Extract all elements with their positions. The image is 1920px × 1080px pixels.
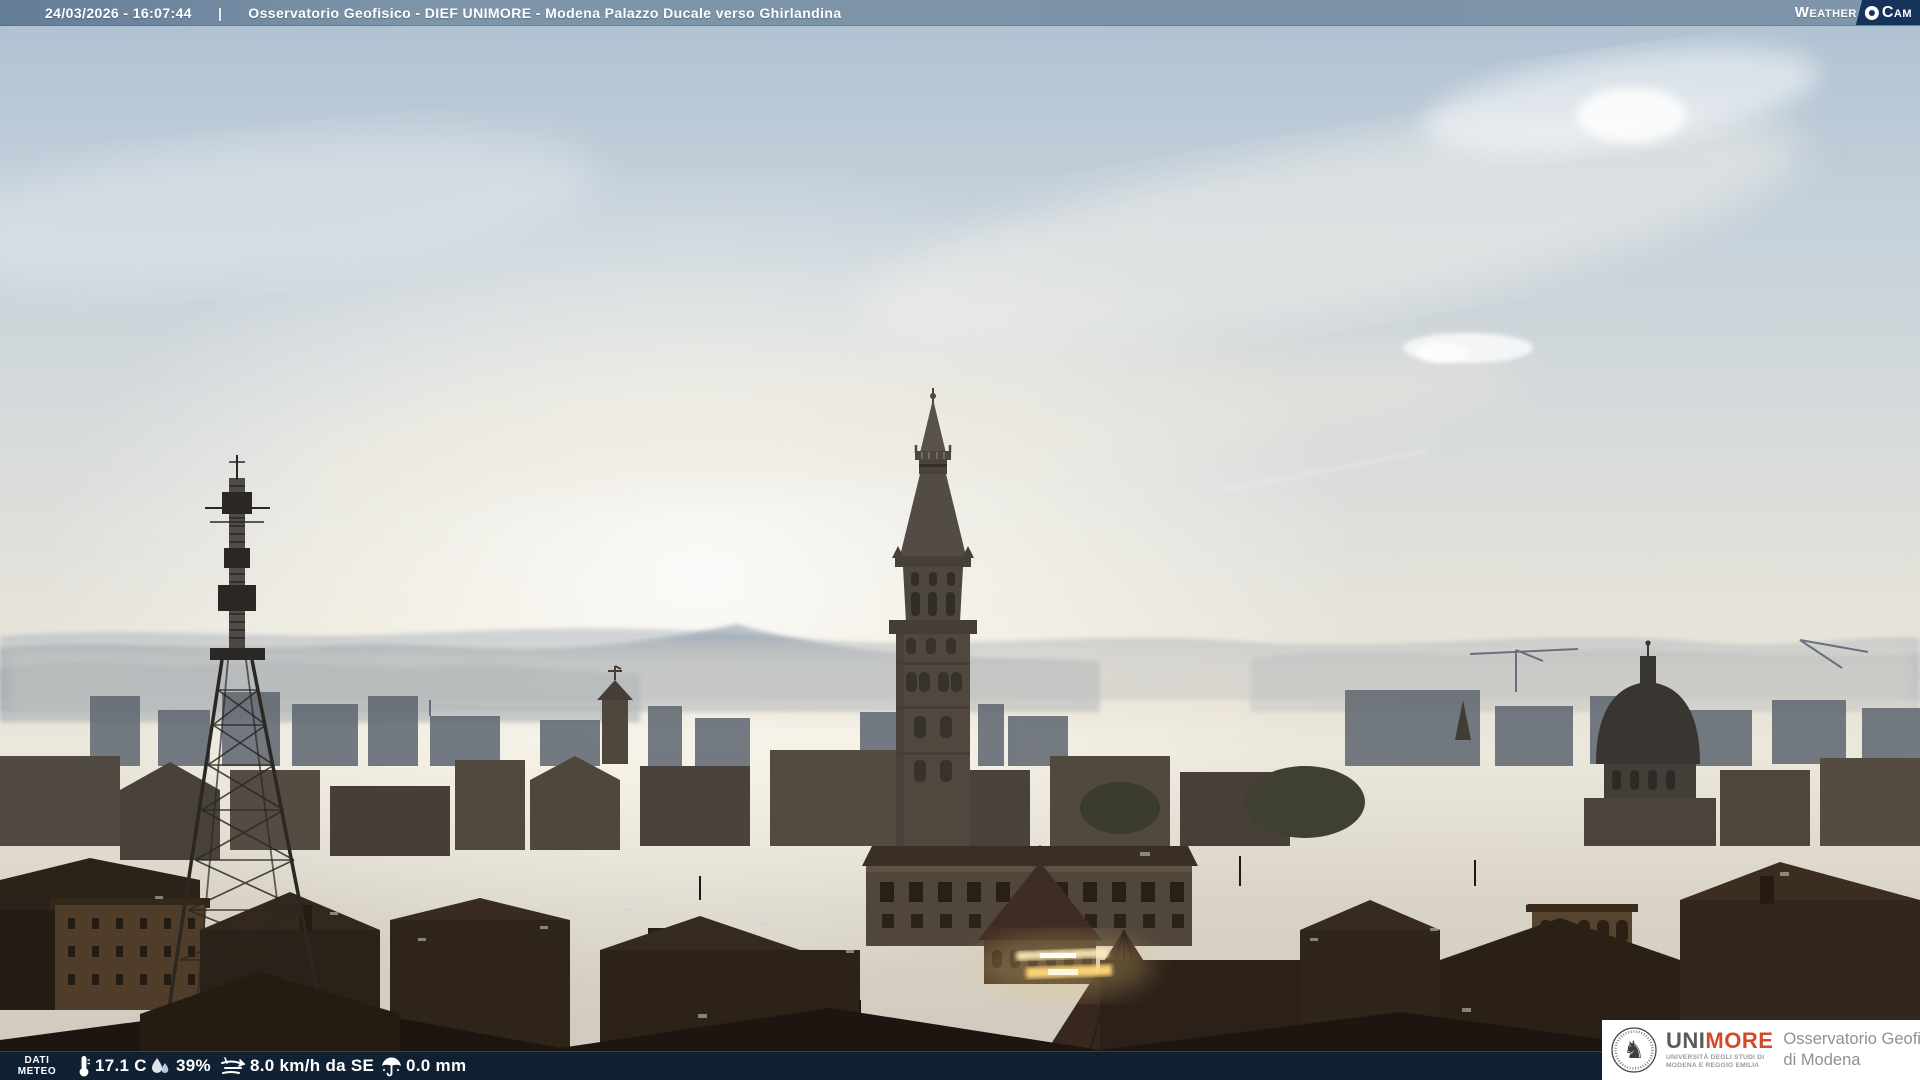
weathercam-logo: Weather Cam	[1795, 0, 1920, 25]
wind-value: 8.0 km/h da SE	[250, 1056, 375, 1075]
observatory-name: Osservatorio Geofisico di Modena	[1783, 1029, 1920, 1071]
title-bar: 24/03/2026 - 16:07:44 | Osservatorio Geo…	[0, 0, 1920, 26]
observatory-line1: Osservatorio Geofisico	[1783, 1030, 1920, 1048]
unimore-uni-text: UNI	[1666, 1028, 1706, 1054]
meteo-label-line2: METEO	[17, 1066, 57, 1077]
humidity-icon	[148, 1052, 172, 1080]
humidity-value: 39%	[176, 1056, 211, 1075]
camera-lens-icon	[1864, 5, 1879, 20]
university-subtitle-line2: MODENA E REGGIO EMILIA	[1666, 1062, 1760, 1069]
weathercam-cam-block: Cam	[1855, 0, 1920, 25]
unimore-more-text: MORE	[1705, 1028, 1774, 1054]
wind-icon	[219, 1052, 247, 1080]
rain-icon	[379, 1052, 403, 1080]
separator: |	[217, 4, 223, 21]
meteo-label-line1: DATI	[24, 1055, 50, 1066]
meteo-label: DATI METEO	[10, 1052, 64, 1080]
datetime-text: 24/03/2026 - 16:07:44	[45, 4, 192, 21]
city-panorama	[0, 0, 1920, 1080]
weathercam-weather-label: Weather	[1794, 4, 1857, 21]
weathercam-cam-label: Cam	[1881, 3, 1912, 21]
observatory-line2: di Modena	[1783, 1051, 1861, 1069]
unimore-seal-icon: ♞	[1611, 1027, 1657, 1073]
temperature-value: 17.1 C	[95, 1056, 147, 1075]
unimore-branding: ♞ UNIMORE UNIVERSITÀ DEGLI STUDI DI MODE…	[1602, 1020, 1920, 1080]
thermometer-icon	[76, 1052, 92, 1080]
rain-value: 0.0 mm	[406, 1056, 467, 1075]
webcam-page: 24/03/2026 - 16:07:44 | Osservatorio Geo…	[0, 0, 1920, 1080]
svg-text:♞: ♞	[1623, 1036, 1645, 1064]
camera-title: Osservatorio Geofisico - DIEF UNIMORE - …	[248, 4, 842, 21]
unimore-wordmark: UNIMORE UNIVERSITÀ DEGLI STUDI DI MODENA…	[1666, 1030, 1773, 1069]
university-subtitle-line1: UNIVERSITÀ DEGLI STUDI DI	[1666, 1054, 1765, 1062]
